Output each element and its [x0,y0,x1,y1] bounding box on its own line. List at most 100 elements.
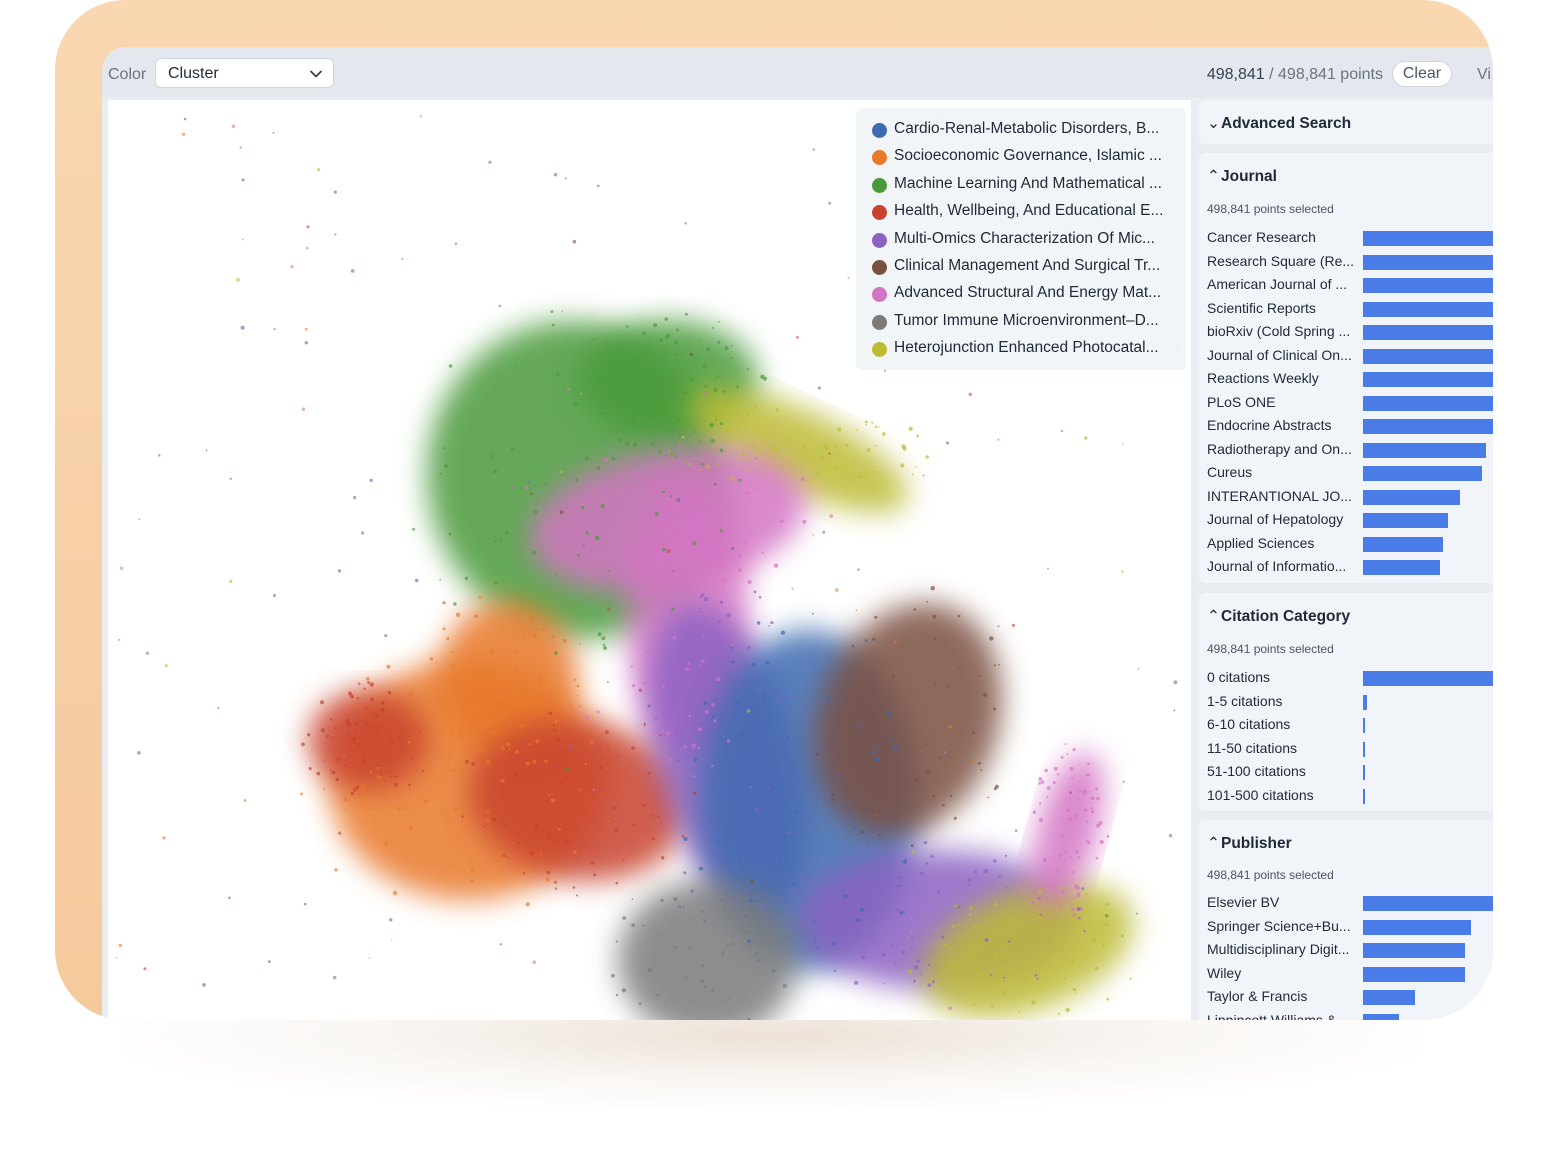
facet-bar [1363,536,1443,552]
scatter-point [615,940,618,943]
scatter-point [736,385,740,389]
scatter-point [337,569,342,573]
facet-row[interactable]: Elsevier BV [1207,892,1493,912]
publisher-title[interactable]: ⌃Publisher [1207,834,1292,853]
scatter-point [650,672,653,676]
embedding-plot[interactable]: Cardio-Renal-Metabolic Disorders, B... So… [108,100,1191,1020]
scatter-point [947,685,950,689]
scatter-point [980,769,983,771]
scatter-point [1053,766,1058,771]
facet-row[interactable]: Multidisciplinary Digit... [1207,939,1493,959]
scatter-point [615,881,619,885]
scatter-point [843,893,848,899]
scatter-point [927,963,930,966]
facet-row[interactable]: Cureus [1207,462,1493,482]
scatter-point [742,859,745,862]
scatter-point [643,570,647,575]
citation-title[interactable]: ⌃Citation Category [1207,607,1350,626]
scatter-point [711,988,715,993]
facet-row[interactable]: Journal of Hepatology [1207,509,1493,529]
facet-row[interactable]: Applied Sciences [1207,533,1493,553]
scatter-point [602,643,606,646]
facet-row[interactable]: Journal of Clinical On... [1207,345,1493,365]
scatter-point [597,632,602,637]
scatter-point [1106,835,1110,838]
scatter-point [693,757,698,762]
scatter-point [565,712,568,714]
scatter-point [998,875,1002,879]
facet-row[interactable]: Endocrine Abstracts [1207,415,1493,435]
scatter-point [331,770,336,775]
scatter-point [626,325,629,328]
scatter-point [873,470,876,474]
facet-row[interactable]: Lippincott Williams &... [1207,1010,1493,1020]
scatter-point [711,326,714,329]
scatter-point [353,788,357,792]
scatter-point [576,684,580,688]
facet-row[interactable]: Research Square (Re... [1207,251,1493,271]
scatter-point [542,524,547,528]
scatter-point [1060,756,1064,759]
facet-row[interactable]: Taylor & Francis [1207,986,1493,1006]
facet-row[interactable]: Radiotherapy and On... [1207,439,1493,459]
facet-row[interactable]: 101-500 citations [1207,785,1493,805]
advanced-search-title[interactable]: ⌄Advanced Search [1207,114,1351,133]
scatter-point [973,924,978,929]
facet-row[interactable]: Reactions Weekly [1207,368,1493,388]
facet-row[interactable]: American Journal of ... [1207,274,1493,294]
facet-row[interactable]: PLoS ONE [1207,392,1493,412]
facet-row[interactable]: Springer Science+Bu... [1207,916,1493,936]
facet-row[interactable]: 11-50 citations [1207,738,1493,758]
facet-row[interactable]: Wiley [1207,963,1493,983]
scatter-point [677,568,682,573]
scatter-point [408,783,412,787]
scatter-point [745,469,749,472]
scatter-point [703,701,708,705]
scatter-point [969,905,974,910]
facet-bar [1363,442,1487,458]
journal-title[interactable]: ⌃Journal [1207,167,1277,186]
scatter-point [700,979,704,984]
facet-row[interactable]: 1-5 citations [1207,691,1493,711]
scatter-point [731,547,735,550]
scatter-point [697,727,702,732]
scatter-point [809,895,812,899]
scatter-point [1052,781,1056,785]
scatter-point [670,396,675,400]
facet-row[interactable]: Journal of Informatio... [1207,556,1493,576]
facet-bar [1363,741,1365,757]
scatter-point [745,491,749,495]
advanced-search-panel[interactable]: ⌄Advanced Search [1199,100,1493,144]
scatter-point [590,740,595,745]
facet-row[interactable]: 51-100 citations [1207,761,1493,781]
scatter-point [617,346,620,349]
scatter-point [529,616,534,621]
scatter-point [799,920,803,925]
scatter-point [1064,743,1067,746]
color-select[interactable]: Cluster [155,58,334,88]
scatter-point [1099,839,1104,845]
facet-row[interactable]: bioRxiv (Cold Spring ... [1207,321,1493,341]
facet-row[interactable]: Cancer Research [1207,227,1493,247]
scatter-point [990,973,993,977]
scatter-point [703,392,707,397]
chevron-up-icon: ⌃ [1207,835,1220,852]
scatter-point [272,132,275,134]
facet-row[interactable]: Scientific Reports [1207,298,1493,318]
scatter-point [535,739,540,744]
scatter-point [702,642,706,646]
facet-label: INTERANTIONAL JO... [1207,487,1352,504]
clear-button[interactable]: Clear [1392,61,1452,87]
scatter-point [473,718,477,722]
scatter-point [788,462,793,466]
facet-row[interactable]: 0 citations [1207,667,1493,687]
scatter-point [775,859,778,863]
view-button[interactable]: Vi [1477,66,1491,84]
legend-color-dot [872,205,887,221]
facet-row[interactable]: 6-10 citations [1207,714,1493,734]
facet-row[interactable]: INTERANTIONAL JO... [1207,486,1493,506]
scatter-point [582,544,585,547]
scatter-point [145,651,149,655]
scatter-point [684,578,689,583]
scatter-point [802,931,804,934]
